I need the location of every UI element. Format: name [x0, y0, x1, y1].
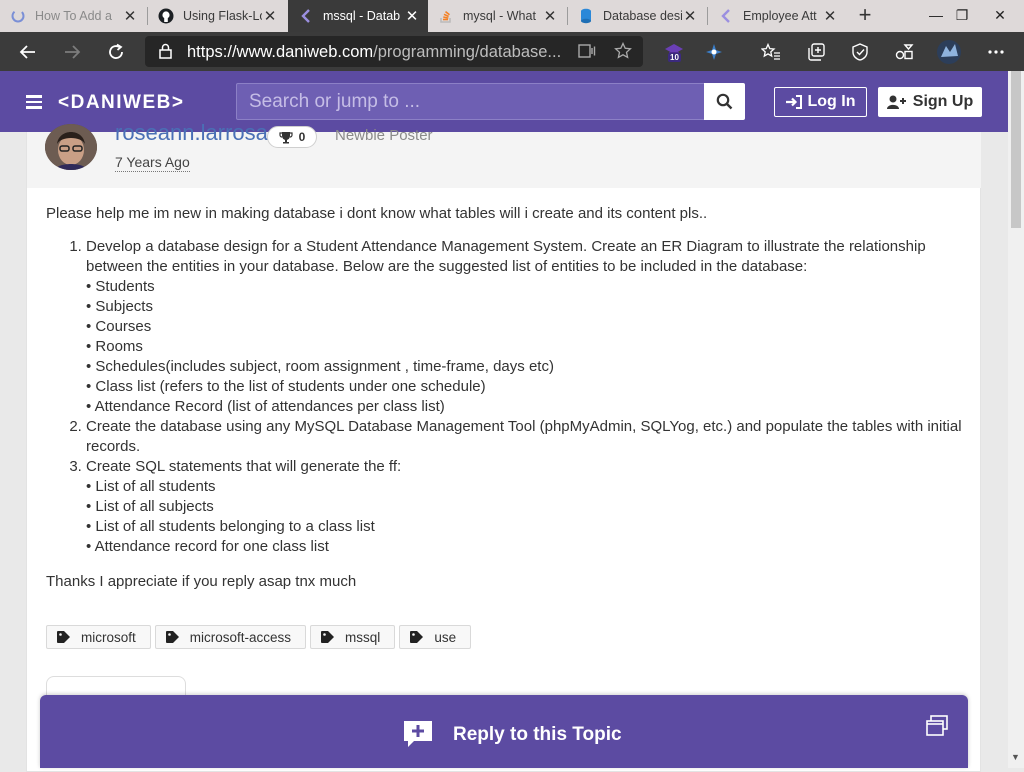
login-button[interactable]: Log In: [774, 87, 867, 117]
site-logo[interactable]: <DANIWEB>: [58, 92, 184, 114]
refresh-icon[interactable]: [102, 38, 130, 66]
tag-icon: [57, 631, 70, 643]
favorites-icon[interactable]: [757, 38, 785, 66]
close-tab-icon[interactable]: ✕: [122, 7, 138, 25]
add-favorite-icon[interactable]: [614, 41, 632, 65]
close-window-icon[interactable]: ✕: [984, 0, 1016, 32]
search-field[interactable]: [236, 83, 705, 120]
browser-tab[interactable]: Employee Att ✕: [708, 0, 846, 32]
shield-icon[interactable]: [846, 38, 874, 66]
extension-badge: 10: [668, 53, 681, 62]
search-input[interactable]: [237, 84, 704, 119]
browser-tab[interactable]: Using Flask-Lo ✕: [148, 0, 286, 32]
tag-use[interactable]: use: [399, 625, 472, 649]
tag-icon: [321, 631, 335, 643]
sub-item: • Rooms: [86, 338, 143, 355]
browser-tab[interactable]: How To Add a ✕: [0, 0, 146, 32]
lock-icon[interactable]: [159, 43, 172, 64]
bookmark-extension-icon[interactable]: [700, 38, 728, 66]
reply-plus-icon: [402, 719, 434, 754]
search-button[interactable]: [704, 83, 745, 120]
browser-tab[interactable]: Database desi ✕: [568, 0, 706, 32]
post-card: roseann.larrosa 0 Newbie Poster 7 Years …: [26, 120, 981, 772]
restore-icon[interactable]: ❐: [946, 0, 978, 32]
tag-list: microsoft microsoft-access mssql use: [46, 625, 472, 649]
sub-item: • Students: [86, 278, 155, 295]
member-rank: Newbie Poster: [335, 127, 433, 144]
reputation-badge: 0: [267, 126, 317, 148]
url-text: https://www.daniweb.com/programming/data…: [187, 43, 562, 61]
sub-item: • Attendance Record (list of attendances…: [86, 398, 445, 415]
close-tab-icon[interactable]: ✕: [542, 7, 558, 25]
sub-item: • Class list (refers to the list of stud…: [86, 378, 486, 395]
post-closing: Thanks I appreciate if you reply asap tn…: [46, 573, 357, 590]
database-icon: [578, 8, 594, 24]
tag-microsoft[interactable]: microsoft: [46, 625, 151, 649]
sub-item: • List of all students belonging to a cl…: [86, 518, 375, 535]
post-body: Please help me im new in making database…: [46, 204, 966, 592]
daniweb-icon: [298, 8, 314, 24]
collections-icon[interactable]: [802, 38, 830, 66]
signup-button[interactable]: Sign Up: [878, 87, 982, 117]
close-tab-icon[interactable]: ✕: [404, 7, 420, 25]
close-tab-icon[interactable]: ✕: [822, 7, 838, 25]
new-tab-button[interactable]: +: [853, 4, 877, 28]
reply-label: Reply to this Topic: [453, 724, 622, 745]
browser-essentials-icon[interactable]: [890, 38, 918, 66]
trophy-icon: [279, 131, 293, 143]
reader-view-icon[interactable]: [578, 43, 596, 64]
post-actions[interactable]: [46, 676, 186, 696]
list-item: Create the database using any MySQL Data…: [86, 417, 966, 457]
sub-item: • Courses: [86, 318, 152, 335]
menu-icon[interactable]: [26, 95, 42, 109]
forward-icon[interactable]: [58, 38, 86, 66]
reply-to-topic-bar[interactable]: Reply to this Topic: [40, 695, 968, 768]
task-list: Develop a database design for a Student …: [46, 237, 966, 557]
search-icon: [716, 93, 733, 110]
post-author-name[interactable]: roseann.larrosa: [115, 120, 268, 146]
sub-item: • Attendance record for one class list: [86, 538, 329, 555]
browser-tab-active[interactable]: mssql - Datab ✕: [288, 0, 428, 32]
browser-tab-strip: How To Add a ✕ Using Flask-Lo ✕ mssql - …: [0, 0, 1024, 32]
browser-tab[interactable]: mysql - What ✕: [428, 0, 566, 32]
page-scrollbar[interactable]: [1008, 71, 1024, 768]
sub-item: • Subjects: [86, 298, 153, 315]
post-author-bar: roseann.larrosa 0 Newbie Poster 7 Years …: [27, 120, 981, 188]
list-item: Create SQL statements that will generate…: [86, 457, 966, 557]
daniweb-icon: [718, 8, 734, 24]
github-icon: [158, 8, 174, 24]
loading-icon: [10, 8, 26, 24]
extension-icon[interactable]: 10: [660, 38, 688, 66]
user-plus-icon: [886, 95, 906, 109]
post-timestamp[interactable]: 7 Years Ago: [115, 154, 190, 172]
popout-icon[interactable]: [925, 715, 949, 742]
more-menu-icon[interactable]: [982, 38, 1010, 66]
sub-item: • Schedules(includes subject, room assig…: [86, 358, 554, 375]
close-tab-icon[interactable]: ✕: [682, 7, 698, 25]
tag-icon: [165, 631, 179, 643]
post-intro: Please help me im new in making database…: [46, 205, 708, 222]
profile-avatar[interactable]: [935, 38, 963, 66]
scrollbar-thumb[interactable]: [1011, 71, 1021, 228]
sub-item: • List of all students: [86, 478, 216, 495]
browser-toolbar: https://www.daniweb.com/programming/data…: [0, 32, 1024, 71]
stackoverflow-icon: [438, 8, 454, 24]
tag-mssql[interactable]: mssql: [310, 625, 396, 649]
sign-in-icon: [785, 95, 802, 109]
tag-icon: [410, 631, 424, 643]
close-tab-icon[interactable]: ✕: [262, 7, 278, 25]
avatar[interactable]: [45, 124, 97, 170]
sub-item: • List of all subjects: [86, 498, 214, 515]
scroll-down-arrow-icon[interactable]: ▼: [1011, 752, 1020, 762]
back-icon[interactable]: [14, 38, 42, 66]
list-item: Develop a database design for a Student …: [86, 237, 966, 417]
address-bar[interactable]: https://www.daniweb.com/programming/data…: [145, 36, 643, 67]
tag-microsoft-access[interactable]: microsoft-access: [154, 625, 307, 649]
